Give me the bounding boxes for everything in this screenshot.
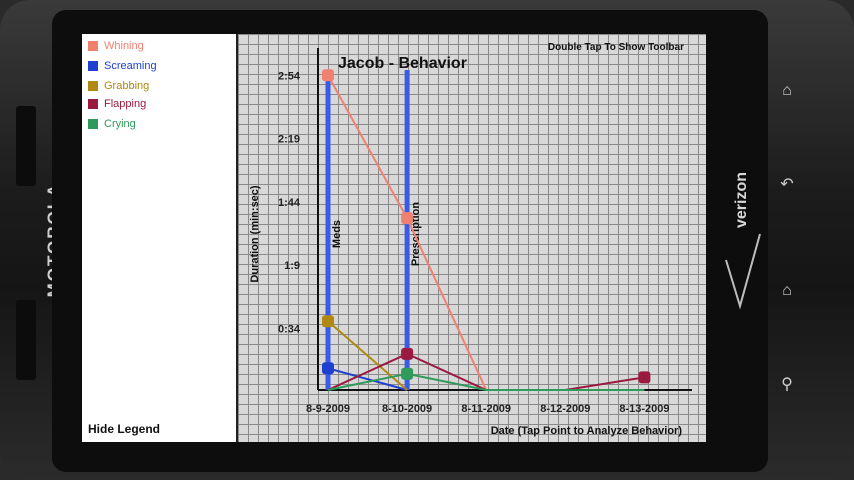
data-point-whining (401, 212, 414, 225)
x-tick-label: 8-11-2009 (461, 403, 511, 415)
legend-label: Grabbing (104, 80, 150, 92)
hide-legend-button[interactable]: Hide Legend (88, 422, 160, 436)
data-point-screaming (322, 362, 334, 375)
phone-device: MOTOROLA Whining Screaming Grabbing Flap… (0, 0, 854, 480)
menu-icon[interactable]: ⌂ (776, 80, 798, 102)
data-point-flapping (638, 371, 651, 384)
annotation-label: Meds (331, 220, 343, 248)
behavior-chart[interactable]: 2:54 2:19 1:44 1:9 0:34 8-9-2009 8-10-2009 8-11… (238, 34, 706, 442)
legend-item-flapping[interactable]: Flapping (88, 96, 146, 112)
legend-item-whining[interactable]: Whining (88, 38, 144, 54)
legend-label: Whining (104, 40, 144, 52)
legend-item-crying[interactable]: Crying (88, 116, 136, 132)
legend-label: Screaming (104, 60, 157, 72)
x-tick-label: 8-9-2009 (306, 403, 350, 415)
back-icon[interactable]: ↶ (776, 174, 798, 196)
x-tick-label: 8-12-2009 (540, 403, 590, 415)
x-axis-label: Date (Tap Point to Analyze Behavior) (491, 425, 683, 437)
carrier-logo: verizon (733, 171, 750, 229)
x-tick-label: 8-13-2009 (619, 403, 669, 415)
app-screen: Whining Screaming Grabbing Flapping Cryi… (82, 34, 706, 442)
volume-rocker (16, 106, 36, 186)
legend-label: Flapping (104, 98, 147, 110)
legend-swatch (88, 99, 98, 109)
data-point-whining (322, 69, 334, 82)
legend-swatch (88, 41, 98, 51)
y-tick-label: 0:34 (278, 324, 301, 336)
x-tick-label: 8-10-2009 (382, 403, 432, 415)
data-point-crying (401, 367, 414, 380)
search-icon[interactable]: ⚲ (776, 374, 798, 396)
data-point-grabbing (322, 315, 334, 328)
legend-panel: Whining Screaming Grabbing Flapping Cryi… (82, 34, 238, 442)
toolbar-hint: Double Tap To Show Toolbar (548, 42, 684, 53)
chart-area[interactable]: 2:54 2:19 1:44 1:9 0:34 8-9-2009 8-10-2009 8-11… (238, 34, 706, 442)
data-point-flapping (401, 347, 414, 360)
y-tick-label: 2:19 (278, 134, 300, 146)
side-key (16, 300, 36, 380)
chart-title: Jacob - Behavior (338, 55, 467, 72)
y-tick-label: 2:54 (278, 70, 301, 82)
legend-item-grabbing[interactable]: Grabbing (88, 78, 149, 94)
y-tick-label: 1:44 (278, 197, 301, 209)
series-line-flapping (327, 352, 645, 391)
y-axis-label: Duration (min:sec) (249, 185, 261, 283)
legend-item-screaming[interactable]: Screaming (88, 58, 157, 74)
home-icon[interactable]: ⌂ (776, 280, 798, 302)
y-tick-label: 1:9 (284, 260, 300, 272)
carrier-check-icon (725, 233, 761, 310)
legend-swatch (88, 119, 98, 129)
legend-swatch (88, 61, 98, 71)
annotation-label: Prescription (410, 202, 422, 266)
legend-label: Crying (104, 118, 136, 130)
legend-swatch (88, 81, 98, 91)
